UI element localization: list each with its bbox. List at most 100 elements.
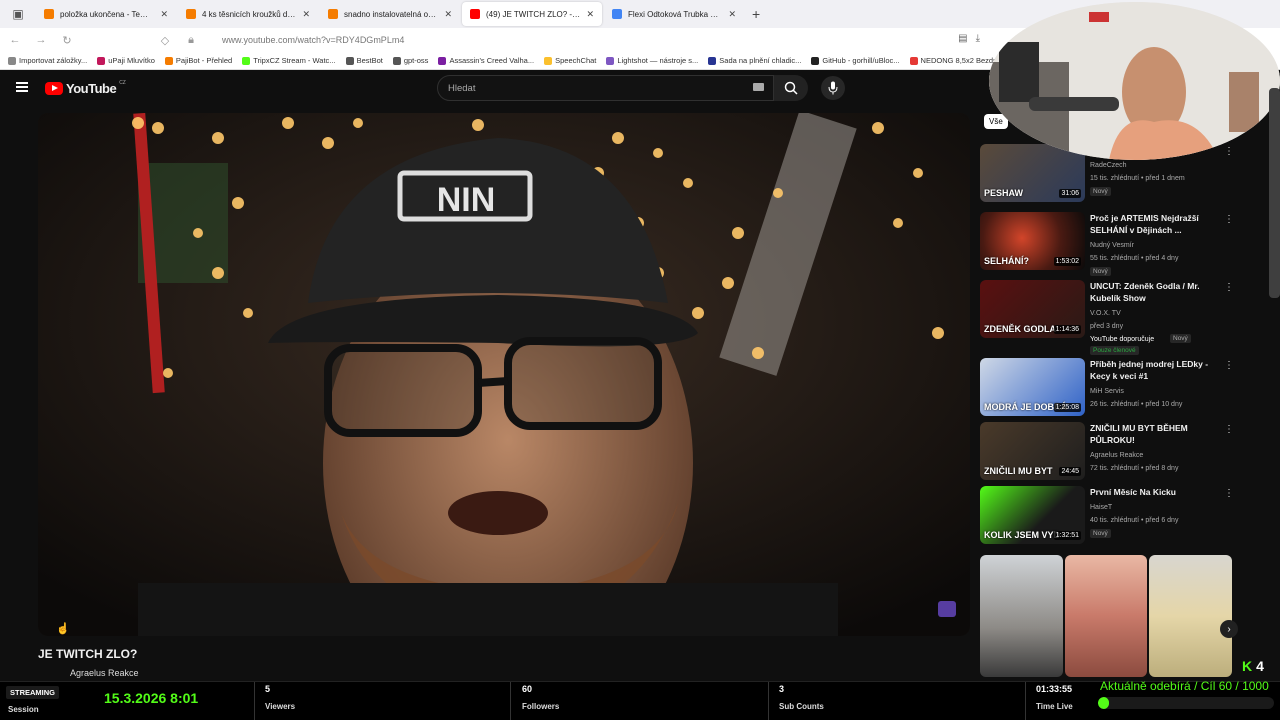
shorts-row	[980, 555, 1233, 677]
search-input[interactable]: Hledat	[437, 75, 774, 101]
browser-tab[interactable]: položka ukončena - Temu Czech ✕	[36, 2, 176, 26]
time-live-value: 01:33:55	[1036, 684, 1073, 694]
lock-icon[interactable]: 🔒︎	[184, 34, 198, 47]
recommended-video[interactable]: SELHÁNÍ? 1:53:02 Proč je ARTEMIS Nejdražší…	[980, 212, 1235, 276]
video-thumbnail[interactable]: MODRÁ JE DOBRÁ 1:25:08	[980, 358, 1085, 416]
shield-icon[interactable]: ◇	[158, 34, 172, 47]
tab-strip: položka ukončena - Temu Czech✕4 ks těsni…	[36, 2, 744, 26]
more-options-icon[interactable]: ⋮	[1224, 360, 1234, 371]
bookmark-item[interactable]: SpeechChat	[544, 56, 596, 65]
bookmark-item[interactable]: Importovat záložky...	[8, 56, 87, 65]
bookmark-item[interactable]: uPaji Mluvítko	[97, 56, 155, 65]
forward-icon[interactable]: →	[34, 34, 48, 46]
recommended-channel[interactable]: Nudný Vesmír	[1090, 240, 1230, 252]
keyboard-icon[interactable]	[753, 83, 764, 91]
webcam-frame	[989, 2, 1280, 160]
bookmark-item[interactable]: gpt-oss	[392, 56, 428, 65]
more-options-icon[interactable]: ⋮	[1224, 146, 1234, 157]
browser-tab[interactable]: (49) JE TWITCH ZLO? - YouTube ✕	[462, 2, 602, 26]
short-thumbnail[interactable]	[1064, 555, 1148, 677]
search-button[interactable]	[774, 75, 808, 101]
video-thumbnail[interactable]: KOLIK JSEM VYD 1:32:51	[980, 486, 1085, 544]
more-options-icon[interactable]: ⋮	[1224, 282, 1234, 293]
video-thumbnail[interactable]: PESHAW 31:06	[980, 144, 1085, 202]
video-player[interactable]: NIN	[38, 113, 970, 636]
subscriber-goal-progress	[1098, 697, 1274, 709]
recommended-channel[interactable]: RadeCzech	[1090, 160, 1230, 172]
video-thumbnail[interactable]: ZNIČILI MU BYT 24:45	[980, 422, 1085, 480]
bookmark-icon	[242, 56, 251, 65]
bookmark-label: Assassin's Creed Valha...	[449, 56, 535, 65]
logo-country: CZ	[119, 79, 126, 86]
chevron-right-icon[interactable]: ›	[1220, 620, 1238, 638]
bookmark-item[interactable]: Sada na plnění chladic...	[708, 56, 801, 65]
subs-value: 3	[779, 684, 785, 694]
bookmark-icon	[708, 56, 717, 65]
video-duration: 1:25:08	[1053, 403, 1081, 412]
bookmark-item[interactable]: TripxCZ Stream - Watc...	[242, 56, 336, 65]
short-thumbnail[interactable]	[980, 555, 1063, 677]
download-icon[interactable]: ⤓	[976, 33, 980, 44]
more-options-icon[interactable]: ⋮	[1224, 424, 1234, 435]
favicon-icon	[612, 9, 622, 19]
reload-icon[interactable]: ↻	[60, 34, 74, 47]
search-icon	[784, 81, 798, 95]
browser-tab[interactable]: snadno instalovatelná odtokov ✕	[320, 2, 460, 26]
bookmark-icon	[909, 56, 918, 65]
close-icon[interactable]: ✕	[728, 9, 736, 20]
bookmark-icon	[544, 56, 553, 65]
bookmark-item[interactable]: BestBot	[345, 56, 383, 65]
recommended-video-title[interactable]: Proč je ARTEMIS Nejdražší SELHÁNÍ v Ději…	[1090, 212, 1220, 236]
close-icon[interactable]: ✕	[160, 9, 168, 20]
channel-name[interactable]: Agraelus Reakce	[70, 668, 139, 678]
more-options-icon[interactable]: ⋮	[1224, 488, 1234, 499]
recommended-video-title[interactable]: Příběh jednej modrej LEDky - Kecy k veci…	[1090, 358, 1220, 382]
browser-tab[interactable]: Flexi Odtoková Trubka Dřezu - ✕	[604, 2, 744, 26]
youtube-logo[interactable]: YouTube CZ	[45, 79, 126, 96]
new-tab-icon[interactable]: +	[752, 6, 760, 22]
recommended-video-title[interactable]: UNCUT: Zdeněk Godla / Mr. Kubelík Show	[1090, 280, 1220, 304]
browser-tab[interactable]: 4 ks těsnicích kroužků do odtok ✕	[178, 2, 318, 26]
bookmark-label: Lightshot — nástroje s...	[617, 56, 699, 65]
back-icon[interactable]: ←	[8, 34, 22, 46]
reader-icon[interactable]: ▤	[958, 33, 967, 44]
recommended-channel[interactable]: MiH Servis	[1090, 386, 1230, 398]
recommended-video[interactable]: ZDENĚK GODLA 1:14:36 UNCUT: Zdeněk Godla /…	[980, 280, 1235, 355]
bookmark-item[interactable]: Assassin's Creed Valha...	[438, 56, 534, 65]
short-thumbnail[interactable]	[1149, 555, 1233, 677]
recommended-channel[interactable]: Agraelus Reakce	[1090, 450, 1230, 462]
members-only-badge: Pouze členové	[1090, 346, 1139, 355]
menu-icon[interactable]	[16, 82, 28, 92]
recommended-video-title[interactable]: ZNIČILI MU BYT BĚHEM PŮLROKU!	[1090, 422, 1220, 446]
recommended-views: 72 tis. zhlédnutí • před 8 dny	[1090, 465, 1179, 472]
thumbnail-text: ZNIČILI MU BYT	[984, 466, 1053, 476]
tab-list-icon[interactable]: ▣	[10, 6, 26, 22]
scrollbar[interactable]	[1269, 88, 1280, 298]
webcam-overlay	[989, 2, 1280, 160]
recommended-video[interactable]: MODRÁ JE DOBRÁ 1:25:08 Příběh jednej modre…	[980, 358, 1235, 420]
bookmark-label: uPaji Mluvítko	[108, 56, 155, 65]
more-options-icon[interactable]: ⋮	[1224, 214, 1234, 225]
bookmark-item[interactable]: NEDONG 8,5x2 Bezdu...	[909, 56, 1004, 65]
bookmark-icon	[811, 56, 820, 65]
thumbnail-text: ZDENĚK GODLA	[984, 324, 1056, 334]
recommended-video[interactable]: KOLIK JSEM VYD 1:32:51 První Měsíc Na Kick…	[980, 486, 1235, 548]
url-field[interactable]: www.youtube.com/watch?v=RDY4DGmPLm4	[222, 35, 404, 45]
tab-label: 4 ks těsnicích kroužků do odtok	[202, 9, 296, 19]
close-icon[interactable]: ✕	[586, 9, 594, 20]
video-thumbnail[interactable]: ZDENĚK GODLA 1:14:36	[980, 280, 1085, 338]
close-icon[interactable]: ✕	[444, 9, 452, 20]
close-icon[interactable]: ✕	[302, 9, 310, 20]
video-duration: 1:32:51	[1053, 531, 1081, 540]
voice-search-button[interactable]	[821, 76, 845, 100]
bookmark-item[interactable]: Lightshot — nástroje s...	[606, 56, 698, 65]
recommended-channel[interactable]: HaiseT	[1090, 502, 1230, 514]
video-thumbnail[interactable]: SELHÁNÍ? 1:53:02	[980, 212, 1085, 270]
bookmark-item[interactable]: PajiBot - Přehled	[164, 56, 232, 65]
bookmark-icon	[8, 56, 16, 65]
bookmark-item[interactable]: GitHub - gorhill/uBloc...	[811, 56, 900, 65]
recommended-video-title[interactable]: První Měsíc Na Kicku	[1090, 486, 1220, 498]
recommended-channel[interactable]: V.O.X. TV	[1090, 308, 1230, 320]
recommended-video[interactable]: ZNIČILI MU BYT 24:45 ZNIČILI MU BYT BĚHEM …	[980, 422, 1235, 484]
youtube-play-icon	[45, 82, 63, 95]
